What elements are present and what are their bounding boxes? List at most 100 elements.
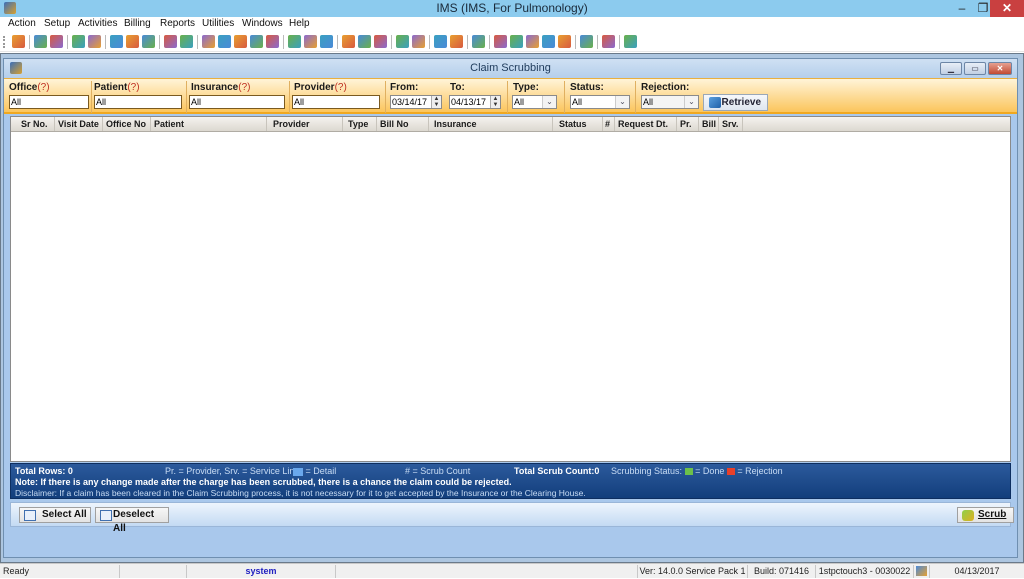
patient-help-link[interactable]: (?): [127, 82, 139, 93]
claims-icon[interactable]: [250, 35, 263, 48]
scrubbing-status-legend: Scrubbing Status: = Done = Rejection: [611, 466, 783, 476]
office-help-link[interactable]: (?): [37, 82, 49, 93]
clipboard-icon[interactable]: [110, 35, 123, 48]
toolbar-separator: [391, 35, 392, 49]
claims-grid[interactable]: Sr No. Visit Date Office No Patient Prov…: [10, 116, 1011, 462]
col-status[interactable]: Status: [553, 117, 603, 131]
user-folder-icon[interactable]: [450, 35, 463, 48]
patient-edit-icon[interactable]: [88, 35, 101, 48]
bar-chart-icon[interactable]: [434, 35, 447, 48]
deselect-all-button[interactable]: Deselect All: [95, 507, 169, 534]
col-provider[interactable]: Provider: [267, 117, 343, 131]
to-date-picker[interactable]: 04/13/17 ▲ ▼: [449, 95, 501, 109]
chevron-down-icon[interactable]: ⌄: [542, 96, 556, 108]
insurance-help-link[interactable]: (?): [238, 82, 250, 93]
chevron-down-icon[interactable]: ⌄: [684, 96, 698, 108]
col-insurance[interactable]: Insurance: [429, 117, 553, 131]
select-all-icon: [24, 510, 36, 521]
transfer-icon[interactable]: [374, 35, 387, 48]
col-scrub-count[interactable]: #: [603, 117, 615, 131]
user-icon[interactable]: [12, 35, 25, 48]
col-bill[interactable]: Bill: [699, 117, 719, 131]
status-select[interactable]: All ⌄: [570, 95, 630, 109]
disclaimer-text: Disclaimer: If a claim has been cleared …: [15, 488, 586, 498]
help-icon[interactable]: [580, 35, 593, 48]
import-icon[interactable]: [494, 35, 507, 48]
word-icon[interactable]: [526, 35, 539, 48]
office-input[interactable]: All: [9, 95, 89, 109]
divider: [91, 81, 92, 113]
statement-icon[interactable]: [472, 35, 485, 48]
col-sr-no[interactable]: Sr No.: [11, 117, 55, 131]
calendar-icon[interactable]: [288, 35, 301, 48]
payment-icon[interactable]: [218, 35, 231, 48]
col-srv[interactable]: Srv.: [719, 117, 743, 131]
col-visit-date[interactable]: Visit Date: [55, 117, 103, 131]
report-edit-icon[interactable]: [412, 35, 425, 48]
from-date-picker[interactable]: 03/14/17 ▲ ▼: [390, 95, 442, 109]
report-icon[interactable]: [396, 35, 409, 48]
to-date-spinner[interactable]: ▲ ▼: [490, 96, 500, 108]
select-all-button[interactable]: Select All: [19, 507, 91, 523]
office-label: Office(?): [9, 82, 50, 93]
menu-setup[interactable]: Setup: [44, 18, 70, 29]
menu-help[interactable]: Help: [289, 18, 310, 29]
patient-input[interactable]: All: [94, 95, 182, 109]
close-button[interactable]: ✕: [990, 0, 1024, 17]
provider-input[interactable]: All: [292, 95, 380, 109]
type-select[interactable]: All ⌄: [512, 95, 557, 109]
menu-billing[interactable]: Billing: [124, 18, 151, 29]
ledger-icon[interactable]: [234, 35, 247, 48]
chart-icon[interactable]: [320, 35, 333, 48]
legend-scrub-count: # = Scrub Count: [405, 466, 471, 476]
menu-utilities[interactable]: Utilities: [202, 18, 234, 29]
scrub-button[interactable]: Scrub: [957, 507, 1014, 523]
toolbar-separator: [467, 35, 468, 49]
menu-action[interactable]: Action: [8, 18, 36, 29]
notes-icon[interactable]: [180, 35, 193, 48]
document-icon[interactable]: [164, 35, 177, 48]
status-label: Status:: [570, 82, 604, 93]
eligibility-icon[interactable]: [266, 35, 279, 48]
child-minimize-button[interactable]: ▁: [940, 62, 962, 75]
done-swatch: [684, 468, 693, 476]
scrub-sponge-icon: [962, 510, 974, 521]
col-request-dt[interactable]: Request Dt.: [615, 117, 677, 131]
fax-icon[interactable]: [342, 35, 355, 48]
rejection-select[interactable]: All ⌄: [641, 95, 699, 109]
divider: [635, 81, 636, 113]
col-office-no[interactable]: Office No: [103, 117, 151, 131]
legend-detail: = Detail: [293, 466, 336, 476]
provider-icon[interactable]: [34, 35, 47, 48]
retrieve-button[interactable]: Retrieve: [703, 94, 768, 111]
from-date-spinner[interactable]: ▲ ▼: [431, 96, 441, 108]
provider-edit-icon[interactable]: [50, 35, 63, 48]
child-maximize-button[interactable]: ▭: [964, 62, 986, 75]
menu-activities[interactable]: Activities: [78, 18, 117, 29]
minimize-button[interactable]: –: [952, 0, 972, 17]
print-icon[interactable]: [558, 35, 571, 48]
shield-icon[interactable]: [142, 35, 155, 48]
divider: [385, 81, 386, 113]
menu-reports[interactable]: Reports: [160, 18, 195, 29]
provider-help-link[interactable]: (?): [335, 82, 347, 93]
insurance-input[interactable]: All: [189, 95, 285, 109]
col-pr[interactable]: Pr.: [677, 117, 699, 131]
status-bar: Ready system Ver: 14.0.0 Service Pack 1 …: [0, 563, 1024, 578]
export-icon[interactable]: [510, 35, 523, 48]
col-type[interactable]: Type: [343, 117, 377, 131]
exit-icon[interactable]: [624, 35, 637, 48]
menu-windows[interactable]: Windows: [242, 18, 283, 29]
billing-icon[interactable]: [202, 35, 215, 48]
toolbar-grip[interactable]: [3, 36, 5, 48]
scan-icon[interactable]: [358, 35, 371, 48]
patient-folder-icon[interactable]: [72, 35, 85, 48]
child-close-button[interactable]: ✕: [988, 62, 1012, 75]
scheduler-icon[interactable]: [304, 35, 317, 48]
col-patient[interactable]: Patient: [151, 117, 267, 131]
chevron-down-icon[interactable]: ⌄: [615, 96, 629, 108]
lock-icon[interactable]: [602, 35, 615, 48]
edit-form-icon[interactable]: [542, 35, 555, 48]
col-bill-no[interactable]: Bill No: [377, 117, 429, 131]
lab-flask-icon[interactable]: [126, 35, 139, 48]
